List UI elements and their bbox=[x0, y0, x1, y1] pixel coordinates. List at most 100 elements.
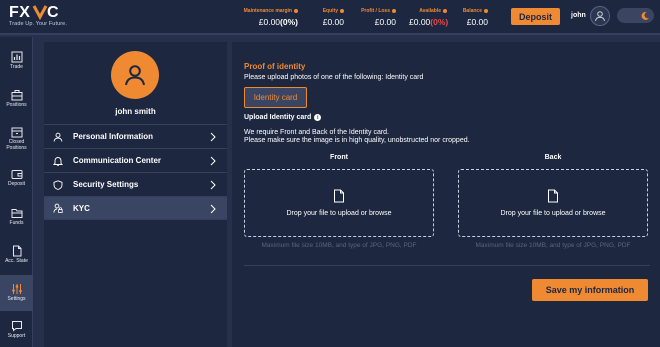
divider bbox=[244, 265, 650, 266]
info-dot-icon[interactable] bbox=[484, 9, 488, 13]
bell-icon bbox=[53, 156, 63, 166]
menu-item-label: KYC bbox=[73, 203, 90, 213]
archive-icon bbox=[11, 126, 23, 138]
svg-text:C: C bbox=[47, 4, 59, 20]
metric-profit-loss: Profit / Loss £0.00 bbox=[356, 8, 396, 27]
fxvc-logo-icon: FX C bbox=[9, 4, 59, 20]
svg-text:FX: FX bbox=[9, 4, 30, 20]
wallet-icon bbox=[11, 168, 23, 180]
chart-icon bbox=[11, 51, 23, 63]
kyc-panel: Proof of identity Please upload photos o… bbox=[232, 42, 660, 347]
info-dot-icon[interactable] bbox=[340, 9, 344, 13]
info-dot-icon[interactable] bbox=[294, 9, 298, 13]
briefcase-icon bbox=[11, 89, 23, 101]
dropzone-text: Drop your file to upload or browse bbox=[286, 210, 392, 217]
brand-logo[interactable]: FX C Trade Up. Your Future. bbox=[9, 3, 79, 31]
sliders-icon bbox=[11, 283, 23, 295]
nav-label: Trade bbox=[10, 64, 23, 70]
metric-value: £0.00 bbox=[374, 17, 396, 27]
upload-title-text: Upload Identity card bbox=[244, 114, 312, 121]
nav-item-settings[interactable]: Settings bbox=[0, 275, 33, 311]
menu-item-communication-center[interactable]: Communication Center bbox=[44, 148, 227, 172]
folder-icon bbox=[11, 207, 23, 219]
metric-value: £0.00 bbox=[466, 17, 488, 27]
section-subtitle: Please upload photos of one of the follo… bbox=[244, 74, 424, 81]
metric-maintenance-margin: Maintenance margin £0.00(0%) bbox=[243, 8, 298, 27]
nav-label: Funds bbox=[9, 220, 24, 226]
nav-item-trade[interactable]: Trade bbox=[0, 51, 33, 71]
user-lock-icon bbox=[53, 203, 63, 213]
info-dot-icon[interactable] bbox=[392, 9, 396, 13]
nav-item-closed-positions[interactable]: Closed Positions bbox=[0, 126, 33, 151]
nav-item-funds[interactable]: Funds bbox=[0, 207, 33, 227]
file-icon bbox=[548, 189, 558, 203]
profile-menu: Personal Information Communication Cente… bbox=[44, 124, 227, 220]
document-icon bbox=[11, 245, 23, 257]
profile-full-name: john smith bbox=[115, 107, 156, 116]
upload-title: Upload Identity card i bbox=[244, 114, 322, 121]
theme-toggle[interactable] bbox=[617, 8, 654, 23]
back-file-limit: Maximum file size 10MB, and type of JPG,… bbox=[475, 242, 631, 249]
metric-equity: Equity £0.00 bbox=[312, 8, 344, 27]
back-dropzone[interactable]: Drop your file to upload or browse bbox=[458, 169, 648, 237]
menu-item-label: Communication Center bbox=[73, 156, 162, 165]
nav-label: Acc. State bbox=[5, 258, 28, 264]
menu-item-security-settings[interactable]: Security Settings bbox=[44, 172, 227, 196]
upload-note-line-1: We require Front and Back of the Identit… bbox=[244, 129, 390, 136]
metric-balance: Balance £0.00 bbox=[456, 8, 488, 27]
info-dot-icon[interactable] bbox=[443, 9, 447, 13]
logo-mark: FX C bbox=[9, 3, 79, 20]
upload-note-line-2: Please make sure the image is in high qu… bbox=[244, 137, 470, 144]
profile-avatar[interactable] bbox=[111, 51, 159, 99]
nav-label: Deposit bbox=[8, 181, 25, 187]
save-information-button[interactable]: Save my information bbox=[532, 279, 648, 301]
file-icon bbox=[334, 189, 344, 203]
brand-tagline: Trade Up. Your Future. bbox=[9, 21, 67, 27]
chevron-right-icon bbox=[210, 132, 216, 142]
nav-item-deposit[interactable]: Deposit bbox=[0, 168, 33, 188]
front-dropzone[interactable]: Drop your file to upload or browse bbox=[244, 169, 434, 237]
metric-label: Available bbox=[419, 8, 441, 14]
nav-label: Closed Positions bbox=[6, 139, 27, 151]
user-icon bbox=[125, 65, 145, 86]
metric-label: Balance bbox=[462, 8, 482, 14]
nav-item-acc-state[interactable]: Acc. State bbox=[0, 245, 33, 265]
user-icon bbox=[53, 132, 63, 142]
username-label[interactable]: john bbox=[571, 12, 586, 19]
moon-icon bbox=[639, 10, 650, 21]
metric-percent: (0%) bbox=[430, 17, 449, 27]
nav-label: Positions bbox=[6, 102, 27, 108]
menu-item-kyc[interactable]: KYC bbox=[44, 196, 227, 220]
shield-icon bbox=[53, 179, 63, 190]
info-icon[interactable]: i bbox=[314, 114, 322, 121]
profile-panel: john smith Personal Information Communic… bbox=[44, 42, 227, 347]
nav-item-support[interactable]: Support bbox=[0, 320, 33, 340]
front-label: Front bbox=[330, 154, 348, 161]
menu-item-label: Personal Information bbox=[73, 132, 154, 141]
metric-value: £0.00 bbox=[409, 17, 431, 27]
metric-available: Available £0.00(0%) bbox=[409, 8, 449, 27]
metric-label: Equity bbox=[322, 8, 338, 14]
user-icon bbox=[595, 11, 605, 22]
metric-value: £0.00 bbox=[258, 17, 281, 27]
chevron-right-icon bbox=[210, 180, 216, 190]
left-nav: Trade Positions Closed Positions Deposit… bbox=[0, 37, 33, 347]
deposit-button[interactable]: Deposit bbox=[511, 8, 560, 25]
front-file-limit: Maximum file size 10MB, and type of JPG,… bbox=[261, 242, 417, 249]
dropzone-text: Drop your file to upload or browse bbox=[500, 210, 606, 217]
nav-label: Settings bbox=[7, 296, 26, 302]
chevron-right-icon bbox=[210, 156, 216, 166]
nav-label: Support bbox=[7, 333, 26, 339]
menu-item-personal-information[interactable]: Personal Information bbox=[44, 124, 227, 148]
menu-item-label: Security Settings bbox=[73, 180, 139, 189]
back-label: Back bbox=[544, 154, 562, 161]
identity-card-button[interactable]: Identity card bbox=[244, 87, 307, 108]
top-bar: FX C Trade Up. Your Future. Maintenance … bbox=[0, 0, 660, 35]
metric-value: £0.00 bbox=[322, 17, 344, 27]
metric-percent: (0%) bbox=[280, 17, 298, 27]
user-avatar[interactable] bbox=[590, 6, 610, 26]
metric-label: Maintenance margin bbox=[243, 8, 292, 14]
section-title: Proof of identity bbox=[244, 62, 306, 71]
chat-icon bbox=[11, 320, 23, 332]
nav-item-positions[interactable]: Positions bbox=[0, 89, 33, 109]
